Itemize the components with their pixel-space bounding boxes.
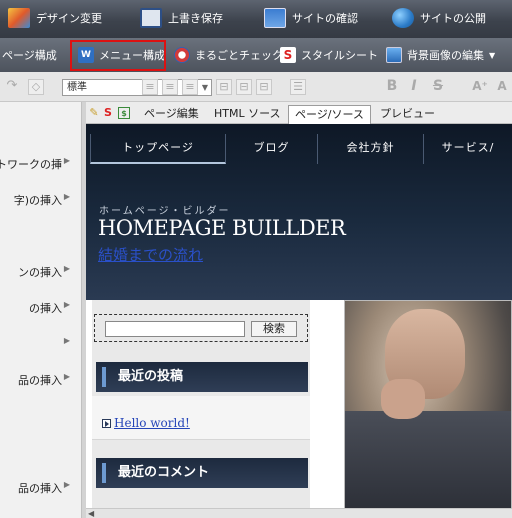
site-sidebar: 検索 最近の投稿 Hello world! 最近のコメント (92, 300, 310, 518)
search-input[interactable] (105, 321, 245, 337)
design-change-button[interactable]: デザイン変更 (8, 8, 102, 28)
chevron-right-icon: ▶ (63, 372, 70, 381)
scroll-left-icon[interactable]: ◀ (88, 509, 94, 518)
search-widget: 検索 (94, 314, 308, 342)
photo-hand (381, 379, 425, 419)
design-icon (8, 8, 30, 28)
nav-item-blog[interactable]: ブログ (226, 134, 318, 164)
outdent-icon[interactable]: ⊟ (236, 79, 252, 95)
globe-icon (392, 8, 414, 28)
document-icon: $ (118, 107, 130, 119)
page-structure-label: ページ構成 (2, 49, 57, 62)
stylesheet-label: スタイルシート (301, 49, 378, 62)
main-photo (344, 300, 512, 518)
stylesheet-icon: S (280, 47, 296, 63)
align-right-icon[interactable]: ≡ (182, 79, 198, 95)
site-logo[interactable]: HOMEPAGE BUILLDER (98, 216, 346, 240)
tab-preview[interactable]: プレビュー (374, 105, 441, 124)
insert-panel: ットワークの挿 ▶ 字)の挿入 ▶ ンの挿入 ▶ の挿入 ▶ ▶ 品の挿入 ▶ … (0, 102, 82, 518)
site-header: トップページ ブログ 会社方針 サービス/ ホームページ・ビルダー HOMEPA… (86, 124, 512, 300)
horizontal-scrollbar[interactable]: ◀ (86, 508, 512, 518)
insert-panel-item-label: ットワークの挿 (0, 158, 62, 170)
font-size-down-icon[interactable]: A (494, 79, 510, 95)
tab-page-edit[interactable]: ページ編集 (138, 105, 205, 124)
site-kana-title: ホームページ・ビルダー (99, 206, 231, 217)
recent-post-link[interactable]: Hello world! (114, 416, 190, 430)
overwrite-save-label: 上書き保存 (168, 12, 223, 25)
recent-posts-title: 最近の投稿 (96, 362, 308, 392)
save-icon (140, 8, 162, 28)
page-structure-button[interactable]: ページ構成 (2, 47, 57, 63)
site-check-label: サイトの確認 (292, 12, 358, 25)
insert-panel-item[interactable]: 品の挿入 ▶ (0, 480, 82, 494)
editor-tabs: ✎ S $ ページ編集 HTML ソース ページ/ソース プレビュー (86, 102, 512, 124)
tab-page-source[interactable]: ページ/ソース (288, 105, 371, 124)
insert-panel-item[interactable]: ットワークの挿 ▶ (0, 156, 82, 170)
photo-suit (345, 411, 511, 517)
main-toolbar: デザイン変更 上書き保存 サイトの確認 サイトの公開 (0, 0, 512, 38)
overwrite-save-button[interactable]: 上書き保存 (140, 8, 223, 28)
insert-panel-item[interactable]: ンの挿入 ▶ (0, 264, 82, 278)
recent-posts-body: Hello world! (92, 396, 310, 440)
site-publish-button[interactable]: サイトの公開 (392, 8, 486, 28)
strikethrough-icon[interactable]: S (430, 79, 446, 95)
bold-icon[interactable]: B (384, 79, 400, 95)
menu-structure-highlight (70, 40, 166, 71)
arrow-bullet-icon (102, 419, 111, 428)
recent-comments-title: 最近のコメント (96, 458, 308, 488)
image-edit-icon (386, 47, 402, 63)
insert-panel-item[interactable]: 字)の挿入 ▶ (0, 192, 82, 206)
italic-icon[interactable]: I (406, 79, 422, 95)
font-size-up-icon[interactable]: A⁺ (472, 79, 488, 95)
insert-panel-item-label: 品の挿入 (18, 374, 62, 386)
chevron-right-icon: ▶ (63, 264, 70, 273)
paragraph-style-value: 標準 (67, 82, 87, 93)
align-left-icon[interactable]: ≡ (142, 79, 158, 95)
chevron-down-icon[interactable]: ▼ (489, 51, 495, 60)
align-center-icon[interactable]: ≡ (162, 79, 178, 95)
site-content: 検索 最近の投稿 Hello world! 最近のコメント (86, 300, 512, 518)
check-icon (174, 47, 190, 63)
chevron-right-icon: ▶ (63, 300, 70, 309)
bg-image-edit-label: 背景画像の編集 (407, 49, 484, 62)
nav-item-top[interactable]: トップページ (90, 134, 226, 164)
redo-icon[interactable]: ↷ (4, 79, 20, 95)
browser-icon (264, 8, 286, 28)
design-change-label: デザイン変更 (36, 12, 102, 25)
chevron-right-icon: ▶ (63, 156, 70, 165)
tab-html-source[interactable]: HTML ソース (208, 105, 287, 124)
chevron-right-icon: ▶ (63, 336, 70, 345)
chevron-down-icon: ▼ (201, 83, 208, 92)
nav-item-service[interactable]: サービス/ (424, 134, 512, 164)
insert-panel-item[interactable]: の挿入 ▶ (0, 300, 82, 314)
chevron-right-icon: ▶ (63, 480, 70, 489)
format-toolbar: ↷ ◇ 標準 ▼ ≡ ≡ ≡ ⊟ ⊟ ⊟ ☰ B I S A⁺ A (0, 72, 512, 102)
whole-check-button[interactable]: まるごとチェック (174, 47, 283, 63)
search-button[interactable]: 検索 (251, 321, 297, 337)
nav-item-company-policy[interactable]: 会社方針 (318, 134, 424, 164)
whole-check-label: まるごとチェック (195, 49, 283, 62)
bg-image-edit-button[interactable]: 背景画像の編集 ▼ (386, 47, 495, 63)
chevron-right-icon: ▶ (63, 192, 70, 201)
block-icon[interactable]: ⊟ (256, 79, 272, 95)
site-sub-link[interactable]: 結婚までの流れ (98, 244, 203, 265)
insert-panel-item[interactable]: ▶ (0, 336, 82, 350)
pencil-icon: ✎ (89, 106, 99, 119)
insert-panel-item-label: 字)の挿入 (13, 194, 62, 206)
site-check-button[interactable]: サイトの確認 (264, 8, 358, 28)
site-publish-label: サイトの公開 (420, 12, 486, 25)
editor-area: ✎ S $ ページ編集 HTML ソース ページ/ソース プレビュー トップペー… (86, 102, 512, 518)
insert-object-icon[interactable]: ◇ (28, 79, 44, 95)
stylesheet-icon: S (104, 106, 112, 119)
insert-panel-item-label: 品の挿入 (18, 482, 62, 494)
insert-panel-item-label: ンの挿入 (18, 266, 62, 278)
site-nav: トップページ ブログ 会社方針 サービス/ (90, 134, 512, 164)
insert-panel-item-label: の挿入 (29, 302, 62, 314)
list-icon[interactable]: ☰ (290, 79, 306, 95)
insert-panel-item[interactable]: 品の挿入 ▶ (0, 372, 82, 386)
stylesheet-button[interactable]: S スタイルシート (280, 47, 378, 63)
indent-icon[interactable]: ⊟ (216, 79, 232, 95)
